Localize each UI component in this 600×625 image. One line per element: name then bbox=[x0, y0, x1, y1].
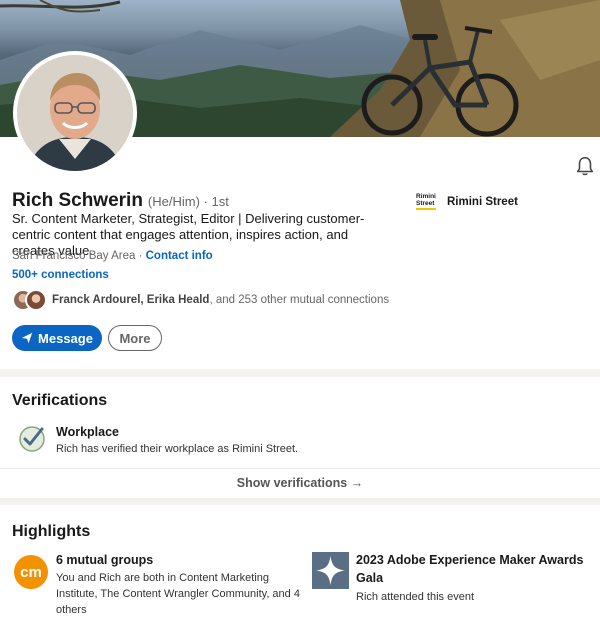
mutual-avatar bbox=[25, 289, 47, 311]
connection-degree: · 1st bbox=[200, 194, 229, 209]
profile-card: Rich Schwerin (He/Him) · 1st Sr. Content… bbox=[0, 0, 600, 369]
event-title-line1[interactable]: 2023 Adobe Experience Maker Awards bbox=[356, 551, 583, 569]
groups-title[interactable]: 6 mutual groups bbox=[56, 551, 153, 569]
event-desc: Rich attended this event bbox=[356, 591, 475, 603]
more-button[interactable]: More bbox=[108, 325, 162, 351]
mutual-avatars bbox=[12, 289, 50, 311]
show-verifications-link[interactable]: Show verifications → bbox=[0, 476, 600, 490]
mutual-rest: , and 253 other mutual connections bbox=[209, 294, 390, 306]
event-star-icon bbox=[312, 552, 349, 589]
verification-item-title: Workplace bbox=[56, 425, 119, 439]
company-logo-line2: Street bbox=[416, 200, 435, 207]
location-separator: · bbox=[135, 250, 146, 262]
verification-item-desc: Rich has verified their workplace as Rim… bbox=[56, 443, 299, 455]
highlights-title: Highlights bbox=[12, 523, 91, 540]
mutual-text: Franck Ardourel, Erika Heald, and 253 ot… bbox=[52, 294, 389, 306]
current-company[interactable]: Rimini Street Rimini Street bbox=[416, 193, 518, 211]
pronouns: (He/Him) bbox=[147, 194, 200, 209]
groups-logo-icon: cm bbox=[14, 555, 48, 589]
location-row: San Francisco Bay Area · Contact info bbox=[12, 250, 213, 262]
profile-photo[interactable] bbox=[13, 51, 137, 175]
connections-link[interactable]: 500+ connections bbox=[12, 269, 109, 281]
mutual-names: Franck Ardourel, Erika Heald bbox=[52, 294, 210, 306]
contact-info-link[interactable]: Contact info bbox=[146, 250, 213, 262]
message-button[interactable]: Message bbox=[12, 325, 102, 351]
mutual-connections[interactable]: Franck Ardourel, Erika Heald, and 253 ot… bbox=[12, 289, 389, 311]
more-button-label: More bbox=[119, 330, 151, 346]
groups-desc-line2: Institute, The Content Wrangler Communit… bbox=[56, 588, 300, 600]
divider bbox=[0, 468, 600, 469]
company-logo-line1: Rimini bbox=[416, 193, 436, 200]
event-title-line2[interactable]: Gala bbox=[356, 569, 383, 587]
send-icon bbox=[21, 332, 33, 344]
groups-logo-text: cm bbox=[20, 563, 42, 581]
location: San Francisco Bay Area bbox=[12, 250, 136, 262]
bell-icon[interactable] bbox=[574, 155, 596, 177]
company-logo: Rimini Street bbox=[416, 193, 438, 211]
action-buttons: Message More bbox=[12, 325, 162, 351]
profile-name: Rich Schwerin bbox=[12, 190, 143, 211]
groups-desc-line3: others bbox=[56, 604, 87, 616]
verified-check-icon bbox=[19, 426, 45, 452]
degree-text: · 1st bbox=[203, 194, 229, 209]
message-button-label: Message bbox=[38, 330, 93, 346]
name-row: Rich Schwerin (He/Him) · 1st bbox=[12, 190, 229, 212]
company-name: Rimini Street bbox=[447, 196, 518, 208]
verifications-title: Verifications bbox=[12, 392, 108, 409]
groups-desc-line1: You and Rich are both in Content Marketi… bbox=[56, 572, 270, 584]
